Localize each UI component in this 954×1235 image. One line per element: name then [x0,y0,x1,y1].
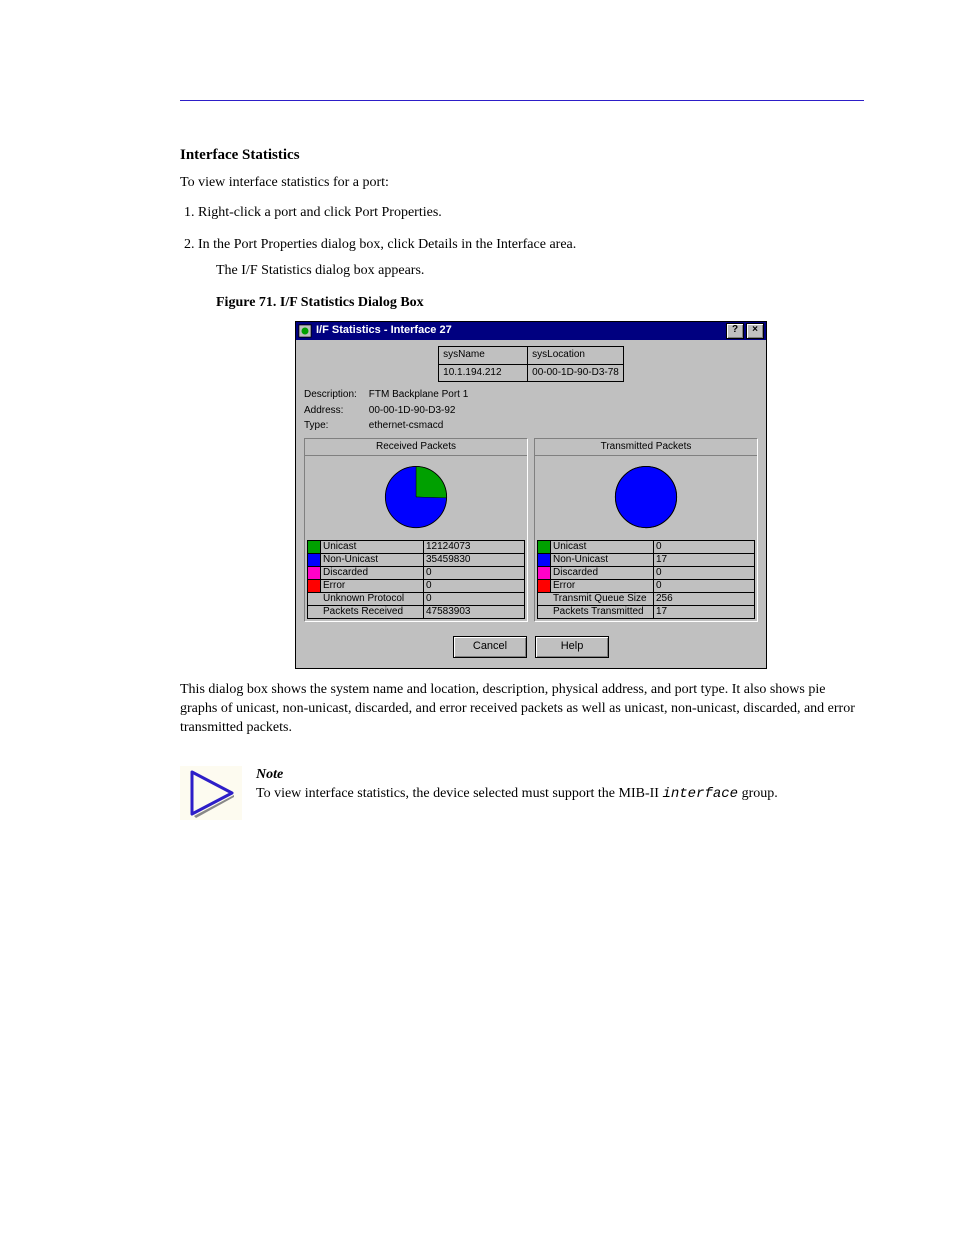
table-row: Packets Transmitted17 [538,606,755,619]
cancel-button[interactable]: Cancel [453,636,527,658]
stat-value: 0 [424,567,525,580]
stat-value: 0 [654,567,755,580]
help-button[interactable]: Help [535,636,609,658]
stat-label: Unknown Protocol [321,593,424,606]
stat-value: 17 [654,554,755,567]
stat-value: 0 [424,580,525,593]
stat-value: 12124073 [424,541,525,554]
stat-label: Non-Unicast [321,554,424,567]
sysname-header: sysName [439,347,528,365]
color-swatch [538,541,551,554]
table-row: Discarded0 [308,567,525,580]
close-icon[interactable]: × [746,323,764,339]
stat-value: 17 [654,606,755,619]
syslocation-value: 00-00-1D-90-D3-78 [528,364,624,382]
color-swatch [308,541,321,554]
type-row: Type: ethernet-csmacd [304,419,758,434]
step-2: In the Port Properties dialog box, click… [198,235,864,669]
received-pie-chart [381,462,451,532]
syslocation-header: sysLocation [528,347,624,365]
color-swatch [538,606,551,619]
table-row: Discarded0 [538,567,755,580]
step-2-result: The I/F Statistics dialog box appears. [216,261,864,281]
note-text-suffix: group. [738,786,778,801]
address-value: 00-00-1D-90-D3-92 [369,405,456,416]
stat-label: Discarded [551,567,654,580]
steps-list: Right-click a port and click Port Proper… [180,203,864,669]
stat-value: 47583903 [424,606,525,619]
color-swatch [538,580,551,593]
dialog-title: I/F Statistics - Interface 27 [316,323,452,339]
help-button-icon[interactable]: ? [726,323,744,339]
stat-label: Discarded [321,567,424,580]
stat-value: 0 [654,580,755,593]
after-dialog-text: This dialog box shows the system name an… [180,681,864,738]
stat-label: Transmit Queue Size [551,593,654,606]
color-swatch [308,567,321,580]
note-text-prefix: To view interface statistics, the device… [256,786,662,801]
titlebar[interactable]: I/F Statistics - Interface 27 ? × [296,322,766,340]
table-row: Non-Unicast17 [538,554,755,567]
sys-table: sysName sysLocation 10.1.194.212 00-00-1… [438,346,624,382]
color-swatch [308,554,321,567]
stat-label: Unicast [551,541,654,554]
sysname-value: 10.1.194.212 [439,364,528,382]
section-intro: To view interface statistics for a port: [180,174,864,193]
note-label: Note [256,767,283,782]
note-code: interface [662,786,738,802]
table-row: Unknown Protocol0 [308,593,525,606]
received-header: Received Packets [305,439,527,457]
received-table: Unicast12124073Non-Unicast35459830Discar… [307,540,525,619]
note-block: Note To view interface statistics, the d… [180,766,864,820]
table-row: Error0 [538,580,755,593]
type-label: Type: [304,419,366,434]
step-1: Right-click a port and click Port Proper… [198,203,864,223]
description-value: FTM Backplane Port 1 [369,389,468,400]
address-row: Address: 00-00-1D-90-D3-92 [304,404,758,419]
table-row: Transmit Queue Size256 [538,593,755,606]
received-pane: Received Packets Unicast12124073Non-Unic… [304,438,528,623]
table-row: Packets Received47583903 [308,606,525,619]
color-swatch [308,593,321,606]
transmitted-pane: Transmitted Packets Unicast0Non-Unicast1… [534,438,758,623]
stat-label: Error [551,580,654,593]
section-title: Interface Statistics [180,147,864,164]
stat-value: 35459830 [424,554,525,567]
stat-label: Packets Transmitted [551,606,654,619]
transmitted-header: Transmitted Packets [535,439,757,457]
app-icon [298,324,312,338]
stat-label: Error [321,580,424,593]
stat-label: Non-Unicast [551,554,654,567]
table-row: Error0 [308,580,525,593]
table-row: Non-Unicast35459830 [308,554,525,567]
address-label: Address: [304,404,366,419]
color-swatch [538,567,551,580]
table-row: Unicast0 [538,541,755,554]
stat-value: 0 [424,593,525,606]
stat-label: Unicast [321,541,424,554]
if-statistics-dialog: I/F Statistics - Interface 27 ? × sysNam… [295,321,767,669]
transmitted-pie-chart [611,462,681,532]
stat-value: 256 [654,593,755,606]
step-2-text: In the Port Properties dialog box, click… [198,237,576,252]
header-rule [180,100,864,101]
color-swatch [308,606,321,619]
figure-caption: Figure 71. I/F Statistics Dialog Box [216,293,864,313]
description-label: Description: [304,388,366,403]
description-row: Description: FTM Backplane Port 1 [304,388,758,403]
type-value: ethernet-csmacd [369,420,443,431]
table-row: Unicast12124073 [308,541,525,554]
color-swatch [538,554,551,567]
note-arrow-icon [180,766,242,820]
stat-value: 0 [654,541,755,554]
transmitted-table: Unicast0Non-Unicast17Discarded0Error0Tra… [537,540,755,619]
stat-label: Packets Received [321,606,424,619]
color-swatch [538,593,551,606]
color-swatch [308,580,321,593]
